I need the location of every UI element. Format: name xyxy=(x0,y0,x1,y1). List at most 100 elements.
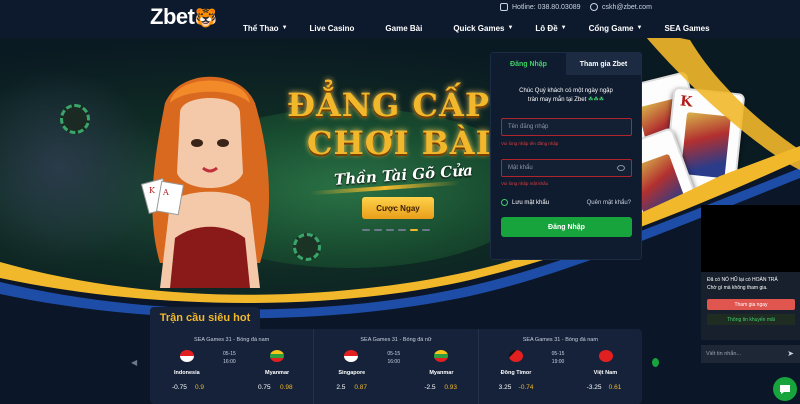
nav-item-cong-game[interactable]: Cổng Game ▼ xyxy=(578,20,654,36)
match-title: SEA Games 31 - Bóng đá nam xyxy=(522,337,598,343)
hotline-text: Hotline: 038.80.03089 xyxy=(512,3,581,11)
forgot-password-link[interactable]: Quên mật khẩu? xyxy=(587,200,631,206)
svg-text:K: K xyxy=(149,186,156,195)
carousel-dot[interactable] xyxy=(374,229,382,231)
nav-item-game-bai[interactable]: Game Bài xyxy=(365,20,442,36)
chevron-left-icon[interactable]: ◀ xyxy=(131,358,138,367)
carousel-dot[interactable] xyxy=(422,229,430,231)
login-button[interactable]: Đăng Nhập xyxy=(501,217,632,237)
hero-headline-line-2: CHƠI BÀI xyxy=(307,124,492,162)
brand-logo[interactable]: Zbet🐯 xyxy=(150,4,217,30)
home-team: Indonesia xyxy=(174,370,200,376)
section-title: Trận cầu siêu hot xyxy=(150,307,260,329)
home-handicap[interactable]: 3.25 xyxy=(499,384,512,391)
nav-item-sea-games[interactable]: SEA Games xyxy=(653,20,720,36)
home-odd[interactable]: 0.9 xyxy=(195,384,204,391)
send-icon[interactable]: ➤ xyxy=(787,349,794,358)
chat-video-area xyxy=(701,205,800,272)
away-handicap[interactable]: 0.75 xyxy=(258,384,271,391)
nav-label: Quick Games xyxy=(453,23,505,33)
logo-text: Zbet xyxy=(150,4,195,29)
chat-message: Đã có NỔ HŨ lại có HOÀN TRẢ Chờ gì mà kh… xyxy=(707,276,778,292)
bet-now-button[interactable]: Cược Ngay xyxy=(362,197,434,219)
phone-icon xyxy=(500,3,508,11)
page: K A ĐẲNG CẤP CHƠI BÀI Thần Tài Gõ Cửa A … xyxy=(0,0,800,404)
carousel-dot[interactable] xyxy=(386,229,394,231)
away-odd[interactable]: 0.61 xyxy=(609,384,622,391)
login-tabs: Đăng Nhập Tham gia Zbet xyxy=(491,53,641,75)
hotline[interactable]: Hotline: 038.80.03089 xyxy=(500,3,581,11)
headset-icon xyxy=(590,3,598,11)
chat-input[interactable]: Viết tin nhắn... ➤ xyxy=(701,345,800,363)
welcome-line-1: Chúc Quý khách có một ngày ngập xyxy=(519,88,613,94)
poker-chip-icon xyxy=(293,233,321,261)
nav-item-quick-games[interactable]: Quick Games ▼ xyxy=(442,20,524,36)
chevron-right-icon[interactable] xyxy=(652,358,659,367)
nav-label: Game Bài xyxy=(385,23,423,33)
join-now-button[interactable]: Tham gia ngay xyxy=(707,299,795,310)
caret-down-icon: ▼ xyxy=(281,25,288,31)
home-odd[interactable]: -0.74 xyxy=(519,384,534,391)
poker-chip-icon xyxy=(60,104,90,134)
promo-info-link[interactable]: Thông tin khuyến mãi xyxy=(707,314,795,325)
away-odd[interactable]: 0.98 xyxy=(280,384,293,391)
nav-label: Thể Thao xyxy=(243,23,279,33)
match-time: 05-15 16:00 xyxy=(223,350,236,366)
match-clock: 19:00 xyxy=(551,359,565,365)
nav-item-live-casino[interactable]: Live Casino xyxy=(299,20,366,36)
away-team: Việt Nam xyxy=(593,370,618,376)
radio-icon[interactable] xyxy=(501,199,508,206)
tab-register[interactable]: Tham gia Zbet xyxy=(566,53,641,75)
main-nav: Thể Thao ▼ Live Casino Game Bài Quick Gam… xyxy=(232,20,721,36)
username-placeholder: Tên đăng nhập xyxy=(508,124,549,130)
away-team: Myanmar xyxy=(265,370,290,376)
match-time: 05-15 16:00 xyxy=(387,350,400,366)
carousel-dots xyxy=(362,229,430,231)
nav-label: SEA Games xyxy=(664,23,710,33)
chat-bubble-icon[interactable] xyxy=(773,377,797,401)
email-text: cskh@zbet.com xyxy=(602,3,652,11)
password-field[interactable]: Mật khẩu xyxy=(501,159,632,177)
eye-icon[interactable] xyxy=(617,165,625,171)
caret-down-icon: ▼ xyxy=(636,25,643,31)
remember-label: Lưu mật khẩu xyxy=(512,199,550,206)
nav-item-lo-de[interactable]: Lô Đề ▼ xyxy=(524,20,577,36)
match-title: SEA Games 31 - Bóng đá nữ xyxy=(360,337,432,343)
caret-down-icon: ▼ xyxy=(560,25,567,31)
username-field[interactable]: Tên đăng nhập xyxy=(501,118,632,136)
card-rank: K xyxy=(679,93,694,111)
match-card[interactable]: SEA Games 31 - Bóng đá nam 05-15 19:00 Đô… xyxy=(479,329,642,404)
nav-item-the-thao[interactable]: Thể Thao ▼ xyxy=(232,20,299,36)
home-handicap[interactable]: -0.75 xyxy=(172,384,187,391)
password-error: Vui lòng nhập mật khẩu xyxy=(501,181,549,186)
chat-message-line-2: Chờ gì mà không tham gia. xyxy=(707,285,768,291)
chat-panel: Đã có NỔ HŨ lại có HOÀN TRẢ Chờ gì mà kh… xyxy=(701,272,800,340)
away-handicap[interactable]: -2.5 xyxy=(424,384,435,391)
home-handicap[interactable]: 2.5 xyxy=(336,384,345,391)
welcome-line-2: tràn may mắn tại Zbet xyxy=(527,97,587,103)
carousel-dot[interactable] xyxy=(398,229,406,231)
hero-headline-line-1: ĐẲNG CẤP xyxy=(287,86,490,124)
remember-password[interactable]: Lưu mật khẩu xyxy=(501,199,549,206)
support-email[interactable]: cskh@zbet.com xyxy=(590,3,652,11)
match-card[interactable]: SEA Games 31 - Bóng đá nữ 05-15 16:00 Sin… xyxy=(314,329,479,404)
chat-bubble-glyph xyxy=(780,385,790,394)
matches-carousel: SEA Games 31 - Bóng đá nam 05-15 16:00 In… xyxy=(150,329,642,404)
caret-down-icon: ▼ xyxy=(507,25,514,31)
flag-indonesia-icon xyxy=(180,350,194,362)
carousel-dot-active[interactable] xyxy=(410,229,418,231)
match-clock: 16:00 xyxy=(223,359,236,365)
dealer-illustration: K A xyxy=(140,76,270,288)
match-card[interactable]: SEA Games 31 - Bóng đá nam 05-15 16:00 In… xyxy=(150,329,315,404)
hero-banner[interactable]: K A ĐẲNG CẤP CHƠI BÀI Thần Tài Gõ Cửa A … xyxy=(0,38,800,300)
home-odd[interactable]: 0.87 xyxy=(354,384,367,391)
match-time: 05-15 19:00 xyxy=(552,350,565,366)
carousel-dot[interactable] xyxy=(362,229,370,231)
chat-input-placeholder: Viết tin nhắn... xyxy=(706,351,742,357)
tab-login[interactable]: Đăng Nhập xyxy=(491,53,566,75)
nav-label: Lô Đề xyxy=(535,23,558,33)
header: Zbet🐯 Hotline: 038.80.03089 cskh@zbet.co… xyxy=(0,0,800,38)
nav-label: Cổng Game xyxy=(588,23,634,33)
away-odd[interactable]: 0.93 xyxy=(444,384,457,391)
away-handicap[interactable]: -3.25 xyxy=(587,384,602,391)
